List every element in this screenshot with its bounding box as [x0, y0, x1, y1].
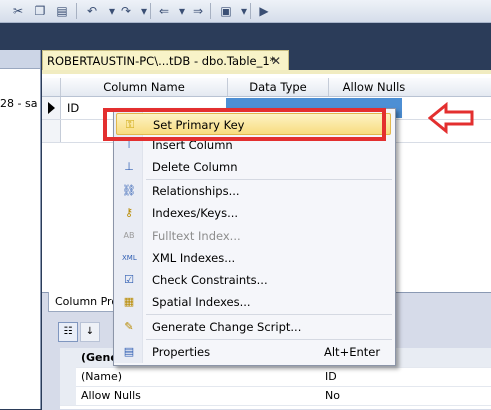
undo-icon[interactable]: ↶ [84, 3, 100, 19]
script-icon: ✎ [124, 320, 134, 333]
start-icon[interactable]: ▶ [256, 3, 272, 19]
column-name-cell[interactable]: ID [67, 101, 79, 115]
delete-column-icon: ⊥ [124, 160, 134, 173]
menu-item-generate-change-script[interactable]: ✎ Generate Change Script... [114, 316, 393, 338]
property-row-name[interactable]: (Name) ID [60, 367, 491, 387]
indexes-icon: ⚷ [124, 206, 134, 219]
navigate-dropdown-icon[interactable]: ▾ [174, 3, 190, 19]
allow-nulls-header: Allow Nulls [342, 80, 406, 94]
menu-item-check-constraints[interactable]: ☑ Check Constraints... [114, 269, 393, 291]
grid-header: Column Name Data Type Allow Nulls [42, 78, 491, 97]
row-selector[interactable] [42, 97, 61, 119]
menu-item-fulltext-index: AB Fulltext Index... [123, 229, 241, 243]
document-tab[interactable]: ROBERTAUSTIN-PC\...tDB - dbo.Table_1* ✕ [42, 50, 289, 71]
solution-icon[interactable]: ▣ [218, 3, 234, 19]
menu-item-indexes-keys[interactable]: ⚷ Indexes/Keys... [114, 202, 393, 224]
properties-icon: ▤ [123, 345, 135, 358]
check-icon: ☑ [124, 273, 134, 286]
close-icon[interactable]: ✕ [271, 51, 281, 71]
document-tab-title: ROBERTAUSTIN-PC\...tDB - dbo.Table_1* [47, 54, 276, 68]
row-selector-header [42, 78, 61, 96]
spatial-icon: ▦ [123, 295, 135, 308]
column-properties-tab[interactable]: Column Properties [48, 292, 118, 312]
menu-item-spatial-indexes[interactable]: ▦ Spatial Indexes... [114, 291, 393, 313]
annotation-highlight-box [103, 108, 386, 141]
alphabetical-icon[interactable]: ↓ [80, 322, 100, 342]
object-explorer-item[interactable]: 28 - sa [0, 97, 37, 110]
xml-icon: XML [122, 254, 137, 262]
menu-item-delete-column[interactable]: ⊥ Delete Column [114, 156, 393, 178]
menu-item-relationships[interactable]: ⛓ Relationships... [114, 180, 393, 202]
paste-icon[interactable]: ▤ [54, 3, 70, 19]
row-selector[interactable] [42, 120, 61, 142]
data-type-header: Data Type [228, 78, 329, 96]
forward-icon[interactable]: ⇒ [190, 3, 206, 19]
categorized-icon[interactable]: ☷ [58, 322, 78, 342]
cut-icon[interactable]: ✂ [10, 3, 26, 19]
copy-icon[interactable]: ❐ [32, 3, 48, 19]
property-row-allow-nulls[interactable]: Allow Nulls No [60, 386, 491, 406]
menu-item-properties[interactable]: ▤ Properties Alt+Enter [114, 341, 393, 363]
toolbar: ✂ ❐ ▤ ↶ ▾ ↷ ▾ ⇐ ▾ ⇒ ▣ ▾ ▶ [0, 0, 491, 23]
menu-separator [146, 339, 392, 340]
properties-shortcut: Alt+Enter [324, 345, 381, 359]
navigate-icon[interactable]: ⇐ [156, 3, 172, 19]
current-row-arrow-icon [48, 102, 55, 114]
fulltext-icon: AB [123, 231, 135, 240]
annotation-arrow-icon [428, 102, 474, 134]
menu-separator [146, 314, 392, 315]
properties-toolbar: ☷ ↓ [52, 320, 122, 342]
menu-item-xml-indexes[interactable]: XML XML Indexes... [114, 247, 393, 269]
redo-icon[interactable]: ↷ [118, 3, 134, 19]
object-explorer-header [0, 50, 40, 69]
column-name-header: Column Name [61, 78, 228, 96]
relationships-icon: ⛓ [122, 184, 136, 197]
